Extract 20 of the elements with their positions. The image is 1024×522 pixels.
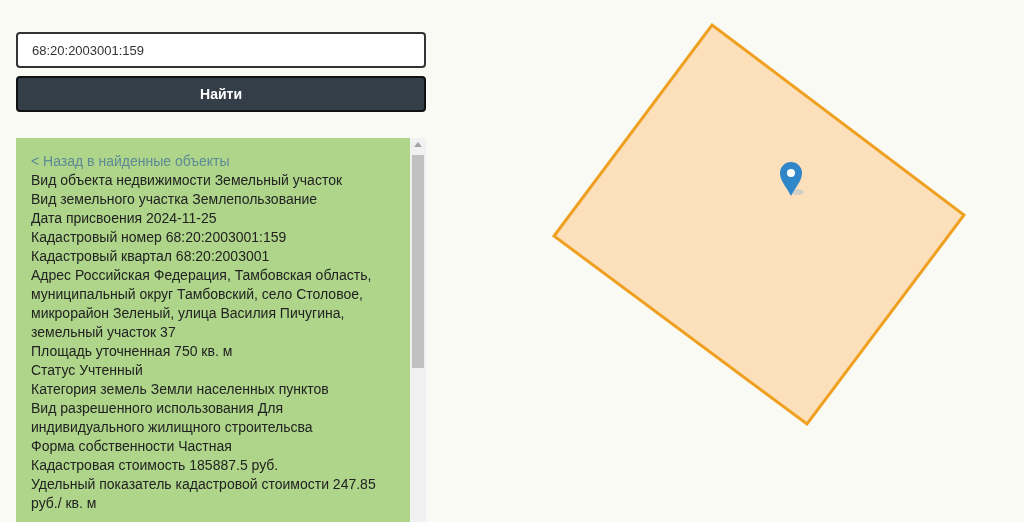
property-line: Кадастровый квартал 68:20:2003001 [31, 247, 271, 266]
scrollbar[interactable] [410, 138, 426, 522]
scrollbar-thumb[interactable] [412, 155, 424, 368]
map-pin-icon[interactable] [780, 162, 804, 196]
property-line: Статус Учтенный [31, 361, 144, 380]
property-line: Площадь уточненная 750 кв. м [31, 342, 234, 361]
property-line: Вид разрешенного использования Для индивидуального жилищного строительсва [31, 399, 314, 437]
property-line: Адрес Российская Федерация, Тамбовская область, муниципальный округ Тамбовский, село Столовое, микрорайон Зеленый, улица Василия Пичугина, земельный участок 37 [31, 266, 373, 342]
search-button[interactable]: Найти [16, 76, 426, 112]
property-line: Категория земель Земли населенных пунктов [31, 380, 330, 399]
property-line: Дата присвоения 2024-11-25 [31, 209, 218, 228]
property-line: Удельный показатель кадастровой стоимости 247.85 руб./ кв. м [31, 475, 377, 513]
property-line: Вид земельного участка Землепользование [31, 190, 319, 209]
search-field[interactable]: 68:20:2003001:159 [16, 32, 426, 68]
land-parcel[interactable] [551, 22, 967, 427]
property-line: Вид объекта недвижимости Земельный участок [31, 171, 344, 190]
property-line: Кадастровый номер 68:20:2003001:159 [31, 228, 288, 247]
scroll-up-icon[interactable] [414, 142, 422, 147]
property-line: Форма собственности Частная [31, 437, 233, 456]
property-line: Кадастровая стоимость 185887.5 руб. [31, 456, 280, 475]
